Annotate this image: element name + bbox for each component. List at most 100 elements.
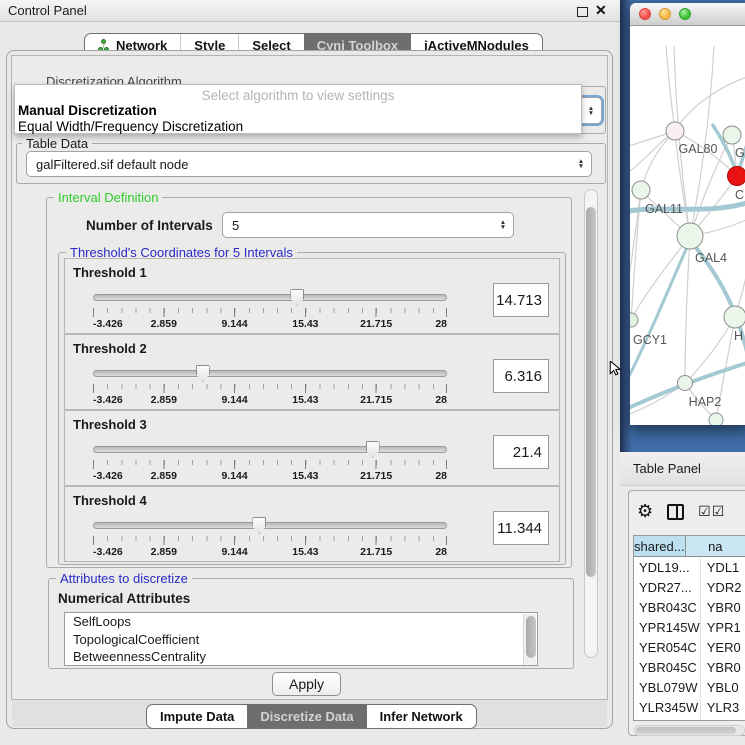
close-traffic-light-icon[interactable]: [639, 8, 651, 20]
threshold-3-label: Threshold 3: [73, 417, 147, 432]
table-scrollbar-thumb[interactable]: [636, 727, 736, 734]
minimize-traffic-light-icon[interactable]: [659, 8, 671, 20]
panel-scrollbar-thumb[interactable]: [586, 207, 596, 577]
table-data-label: Table Data: [22, 136, 92, 151]
node: [724, 306, 745, 328]
threshold-4-value-field[interactable]: 11.344: [493, 511, 549, 545]
node-hap2: [678, 376, 693, 391]
table-panel-titlebar: Table Panel: [620, 452, 745, 486]
columns-icon[interactable]: [667, 504, 684, 520]
threshold-4-label: Threshold 4: [73, 493, 147, 508]
network-view-canvas[interactable]: GAL80 GA C GAL11 GAL4 GCY1 H HAP2: [630, 26, 745, 425]
stepper-arrows-icon: ▲▼: [575, 159, 591, 169]
table-horizontal-scrollbar[interactable]: [634, 725, 745, 736]
list-item[interactable]: TopologicalCoefficient: [65, 631, 537, 649]
table-row[interactable]: YER054CYER0: [634, 637, 745, 657]
tab-infer-network[interactable]: Infer Network: [367, 705, 476, 728]
list-item[interactable]: BetweennessCentrality: [65, 648, 537, 666]
node-gcy1: [630, 313, 638, 327]
list-scrollbar[interactable]: [523, 614, 536, 665]
threshold-2-label: Threshold 2: [73, 341, 147, 356]
network-graph: GAL80 GA C GAL11 GAL4 GCY1 H HAP2: [630, 26, 745, 425]
table-data-combo[interactable]: galFiltered.sif default node ▲▼: [26, 151, 592, 177]
panel-scrollbar[interactable]: [584, 189, 598, 658]
node-label: GAL4: [695, 251, 727, 265]
network-window-titlebar[interactable]: [630, 3, 745, 26]
slider-thumb[interactable]: [252, 517, 266, 534]
tab-impute-data[interactable]: Impute Data: [147, 705, 247, 728]
threshold-1-slider[interactable]: -3.4262.8599.14415.4321.71528: [93, 289, 447, 331]
algorithm-hint: Select algorithm to view settings: [15, 85, 581, 103]
table-header-row: shared... na: [634, 536, 745, 557]
mouse-cursor: [609, 361, 623, 376]
threshold-4-panel: Threshold 4 -3.4262.8599.14415.4321.7152…: [64, 486, 560, 562]
node: [709, 413, 723, 425]
column-header-shared-name[interactable]: shared...: [634, 536, 686, 556]
interval-definition-label: Interval Definition: [54, 190, 162, 205]
slider-track[interactable]: [93, 446, 447, 453]
cyni-mode-tabs: Impute Data Discretize Data Infer Networ…: [146, 704, 477, 729]
stepper-arrows-icon: ▲▼: [585, 106, 601, 116]
table-row[interactable]: YBL079WYBL0: [634, 677, 745, 697]
network-desktop: GAL80 GA C GAL11 GAL4 GCY1 H HAP2: [620, 0, 745, 452]
node-label: H: [734, 329, 743, 343]
stepper-arrows-icon: ▲▼: [497, 220, 513, 230]
node: [723, 126, 741, 144]
node-gal11: [632, 181, 650, 199]
node-label: GAL80: [679, 142, 718, 156]
node-label: GCY1: [633, 333, 667, 347]
column-header-name[interactable]: na: [686, 536, 745, 556]
panel-title: Control Panel: [8, 3, 87, 18]
table-row[interactable]: YDL19...YDL1: [634, 557, 745, 577]
table-row[interactable]: YDR27...YDR2: [634, 577, 745, 597]
attributes-group-label: Attributes to discretize: [56, 571, 192, 586]
tab-discretize-data[interactable]: Discretize Data: [247, 705, 366, 728]
zoom-traffic-light-icon[interactable]: [679, 8, 691, 20]
network-window[interactable]: GAL80 GA C GAL11 GAL4 GCY1 H HAP2: [630, 3, 745, 425]
float-window-icon[interactable]: [577, 7, 588, 17]
table-row[interactable]: YIL052CYIL0: [634, 717, 745, 721]
threshold-2-panel: Threshold 2 -3.4262.8599.14415.4321.7152…: [64, 334, 560, 410]
threshold-3-slider[interactable]: -3.4262.8599.14415.4321.71528: [93, 441, 447, 483]
node-label: GA: [735, 146, 745, 160]
threshold-2-value-field[interactable]: 6.316: [493, 359, 549, 393]
node-gal4: [677, 223, 703, 249]
table-row[interactable]: YBR045CYBR0: [634, 657, 745, 677]
list-scrollbar-thumb[interactable]: [526, 616, 536, 658]
checkbox-icons[interactable]: ☑☑: [698, 504, 725, 520]
threshold-3-panel: Threshold 3 -3.4262.8599.14415.4321.7152…: [64, 410, 560, 486]
table-row[interactable]: YPR145WYPR1: [634, 617, 745, 637]
threshold-1-panel: Threshold 1 -3.4262.8599.14415.4321.7152…: [64, 258, 560, 334]
numerical-attributes-list[interactable]: SelfLoops TopologicalCoefficient Between…: [64, 612, 538, 666]
algorithm-option-manual[interactable]: Manual Discretization: [15, 103, 581, 119]
slider-thumb[interactable]: [290, 289, 304, 306]
node-label: HAP2: [689, 395, 722, 409]
node-table[interactable]: shared... na YDL19...YDL1 YDR27...YDR2 Y…: [633, 535, 745, 721]
node-label: GAL11: [645, 202, 683, 216]
num-intervals-label: Number of Intervals: [86, 218, 213, 233]
threshold-1-value-field[interactable]: 14.713: [493, 283, 549, 317]
slider-track[interactable]: [93, 294, 447, 301]
threshold-4-slider[interactable]: -3.4262.8599.14415.4321.71528: [93, 517, 447, 559]
num-intervals-combo[interactable]: 5 ▲▼: [222, 212, 514, 238]
table-row[interactable]: YLR345WYLR3: [634, 697, 745, 717]
threshold-1-label: Threshold 1: [73, 265, 147, 280]
slider-track[interactable]: [93, 370, 447, 377]
slider-track[interactable]: [93, 522, 447, 529]
list-item[interactable]: SelfLoops: [65, 613, 537, 631]
threshold-3-value-field[interactable]: 21.4: [493, 435, 549, 469]
table-panel: ⚙ ☑☑ shared... na YDL19...YDL1 YDR27...Y…: [620, 486, 745, 745]
slider-thumb[interactable]: [366, 441, 380, 458]
table-panel-title: Table Panel: [633, 461, 701, 476]
slider-thumb[interactable]: [196, 365, 210, 382]
settings-gear-icon[interactable]: ⚙: [637, 503, 653, 521]
algorithm-option-equal-width[interactable]: Equal Width/Frequency Discretization: [15, 119, 581, 135]
control-panel-titlebar: Control Panel: [0, 0, 620, 22]
numerical-attributes-label: Numerical Attributes: [58, 591, 190, 606]
node-gal80: [666, 122, 684, 140]
table-toolbar: ⚙ ☑☑: [637, 497, 745, 527]
apply-button[interactable]: Apply: [272, 672, 341, 696]
close-icon[interactable]: ✕: [595, 2, 607, 19]
table-row[interactable]: YBR043CYBR0: [634, 597, 745, 617]
threshold-2-slider[interactable]: -3.4262.8599.14415.4321.71528: [93, 365, 447, 407]
